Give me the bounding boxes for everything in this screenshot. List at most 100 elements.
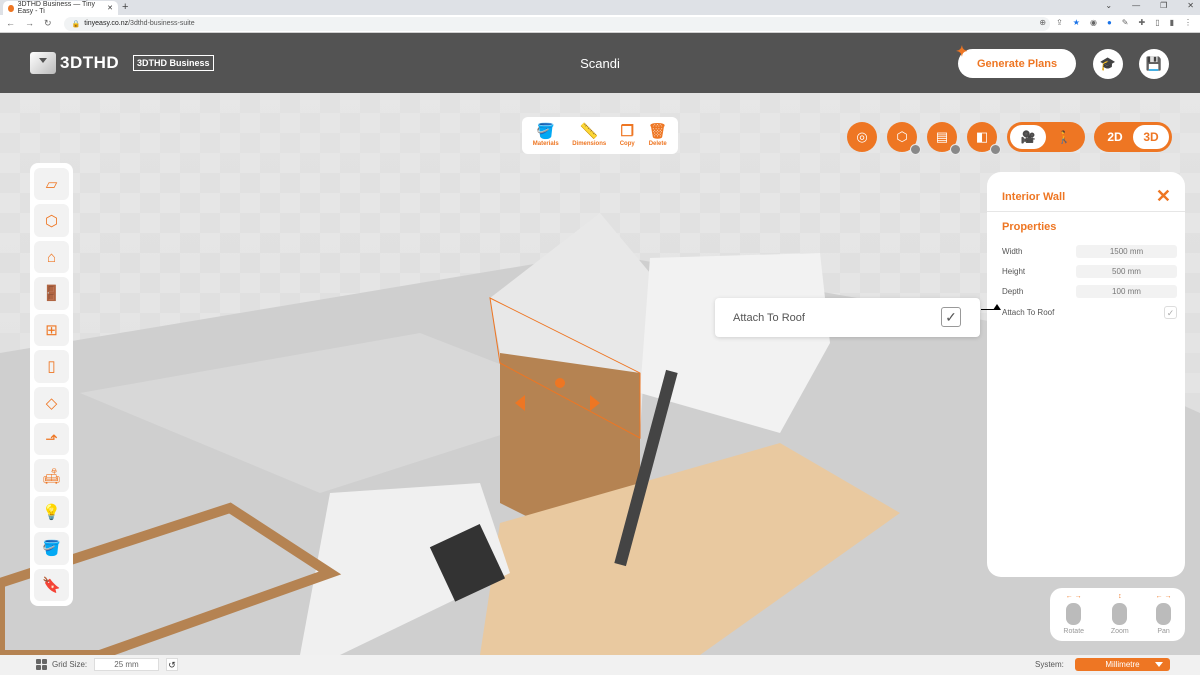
reset-icon[interactable]: ↺ [166, 658, 178, 671]
browser-toolbar: ← → ↻ 🔒 tinyeasy.co.nz/3dthd-business-su… [0, 15, 1200, 33]
prop-label: Depth [1002, 286, 1024, 296]
sidebar-item-stairs[interactable]: ⬏ [34, 422, 69, 456]
paint-bucket-icon: 🪣 [536, 123, 556, 140]
back-button[interactable]: ← [6, 18, 15, 29]
puzzle-icon[interactable]: ✚ [1138, 18, 1145, 27]
panel-icon: ▯ [47, 358, 56, 376]
sidebar-item-roof[interactable]: ⌂ [34, 240, 69, 274]
grid-icon [36, 659, 47, 670]
height-row: Height 500 mm [1002, 264, 1177, 278]
grid-size-label: Grid Size: [52, 660, 88, 669]
copy-tool[interactable]: ❐ Copy [620, 124, 635, 147]
camera-extension-icon[interactable]: ◉ [1090, 18, 1097, 27]
generate-plans-button[interactable]: ✦ Generate Plans [956, 43, 1076, 78]
depth-field[interactable]: 100 mm [1076, 284, 1177, 298]
sidebar-item-doors[interactable]: 🚪 [34, 277, 69, 310]
callout-label: Attach To Roof [733, 312, 805, 324]
sidebar-item-windows[interactable]: ⊞ [34, 313, 69, 347]
prop-label: Attach To Roof [1002, 307, 1055, 317]
video-camera-icon: 🎥 [1020, 130, 1036, 144]
tab-close-icon[interactable]: ✕ [107, 4, 113, 12]
address-bar[interactable]: 🔒 tinyeasy.co.nz/3dthd-business-suite [63, 16, 1050, 31]
mouse-controls-legend: ← → Rotate ↕ Zoom ← → Pan [1050, 588, 1185, 641]
tool-label: Delete [648, 141, 667, 147]
mouse-left-icon [1066, 603, 1082, 625]
stairs-icon: ⬏ [45, 431, 58, 449]
bookmark-star-icon[interactable]: ★ [1073, 18, 1080, 27]
generate-plans-label: Generate Plans [977, 57, 1058, 70]
browser-tabstrip: 3DTHD Business — Tiny Easy - Ti ✕ + ⌄ — … [0, 0, 1200, 15]
pan-control: ← → Pan [1156, 593, 1172, 641]
menu-icon[interactable]: ⋮ [1184, 18, 1192, 27]
graduation-cap-icon: 🎓 [1099, 56, 1117, 71]
ruler-icon: 📏 [579, 123, 599, 140]
sidebar-item-lighting[interactable]: 💡 [34, 495, 69, 529]
window-controls: ⌄ — ❐ ✕ [1105, 1, 1194, 10]
tool-label: Dimensions [572, 141, 607, 147]
sidebar-item-panels[interactable]: ▯ [34, 350, 69, 383]
reload-button[interactable]: ↻ [44, 18, 52, 29]
height-field[interactable]: 500 mm [1076, 264, 1177, 278]
new-tab-button[interactable]: + [122, 1, 128, 13]
measure-tape-button[interactable]: ◎ [847, 122, 877, 152]
url-path: /3dthd-business-suite [128, 20, 195, 27]
grid-size-input[interactable]: 25 mm [94, 658, 159, 671]
width-row: Width 1500 mm [1002, 244, 1177, 258]
sidepanel-icon[interactable]: ▯ [1155, 18, 1159, 27]
eyedropper-icon[interactable]: ✎ [1122, 18, 1129, 27]
forward-button[interactable]: → [25, 18, 34, 29]
attach-roof-checkbox[interactable]: ✓ [1164, 305, 1177, 319]
close-window-button[interactable]: ✕ [1187, 1, 1194, 10]
control-label: Rotate [1063, 628, 1085, 635]
share-icon[interactable]: ⇪ [1056, 18, 1063, 27]
toggle-floors-button[interactable]: ▤ [927, 122, 961, 155]
restore-button[interactable]: ❐ [1160, 1, 1167, 10]
browser-tab[interactable]: 3DTHD Business — Tiny Easy - Ti ✕ [3, 1, 118, 15]
sidebar-item-ceiling[interactable]: ◇ [34, 386, 69, 419]
zoom-icon[interactable]: ⊕ [1039, 18, 1046, 27]
extension-icon[interactable]: ● [1107, 18, 1112, 27]
tutorials-button[interactable]: 🎓 [1093, 49, 1123, 79]
delete-tool[interactable]: 🗑 Delete [648, 124, 667, 147]
walk-mode-button[interactable]: 🚶 [1046, 125, 1082, 149]
save-icon: 💾 [1145, 56, 1163, 71]
arrow-head-icon [993, 304, 1001, 310]
lock-icon: 🔒 [71, 20, 81, 28]
orbit-camera-button[interactable]: 🎥 [1010, 125, 1046, 149]
sidebar-item-furniture[interactable]: 🛋 [34, 459, 69, 492]
depth-row: Depth 100 mm [1002, 284, 1177, 298]
minimize-button[interactable]: — [1132, 1, 1140, 10]
sidebar-item-floor[interactable]: ▱ [34, 168, 69, 201]
close-icon[interactable]: ✕ [1156, 186, 1171, 207]
mode-3d-button[interactable]: 3D [1133, 125, 1169, 149]
width-field[interactable]: 1500 mm [1076, 244, 1177, 258]
tab-search-icon[interactable]: ⌄ [1105, 1, 1112, 10]
divider [987, 211, 1185, 212]
window-icon: ⊞ [45, 321, 58, 339]
save-button[interactable]: 💾 [1139, 49, 1169, 79]
materials-tool[interactable]: 🪣 Materials [533, 124, 559, 147]
sparkle-icon: ✦ [956, 43, 968, 59]
toggle-roof-button[interactable]: ◧ [967, 122, 1001, 155]
url-host: tinyeasy.co.nz [84, 20, 129, 27]
sidebar-item-bookmarks[interactable]: 🔖 [34, 568, 69, 602]
sofa-icon: 🛋 [41, 467, 62, 485]
sidebar-item-materials[interactable]: 🪣 [34, 532, 69, 565]
camera-mode-toggle: 🎥 🚶 [1007, 122, 1085, 152]
toggle-walls-button[interactable]: ⬡ [887, 122, 921, 155]
sidebar-item-walls[interactable]: ⬡ [34, 204, 69, 237]
dimensions-tool[interactable]: 📏 Dimensions [572, 124, 606, 147]
roof-icon: ⌂ [46, 248, 57, 266]
eye-icon [950, 144, 961, 155]
callout-checkbox[interactable]: ✓ [941, 307, 961, 327]
profile-icon[interactable]: ▮ [1170, 18, 1174, 27]
mode-2d-button[interactable]: 2D [1097, 125, 1133, 149]
tape-icon: ◎ [856, 129, 868, 144]
status-bar: Grid Size: 25 mm ↺ System: Millimetre [0, 655, 1200, 675]
chevron-down-icon [1155, 662, 1163, 667]
layers-icon: ▤ [935, 129, 949, 144]
tab-title: 3DTHD Business — Tiny Easy - Ti [17, 1, 96, 15]
rotate-handle[interactable] [555, 378, 565, 388]
unit-system-select[interactable]: Millimetre [1075, 658, 1170, 671]
control-label: Zoom [1110, 628, 1129, 635]
